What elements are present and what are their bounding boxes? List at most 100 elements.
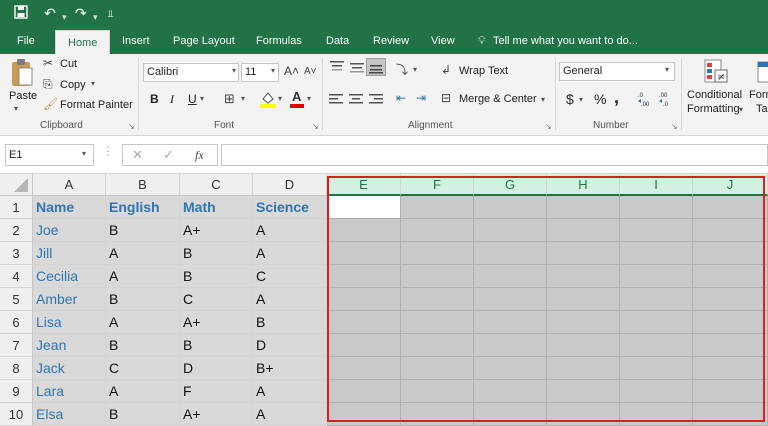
cell-g6[interactable]	[474, 311, 547, 334]
row-header-5[interactable]: 5	[0, 288, 33, 311]
cell-f5[interactable]	[401, 288, 474, 311]
cell-b8[interactable]: C	[106, 357, 180, 380]
cell-h7[interactable]	[547, 334, 620, 357]
row-header-2[interactable]: 2	[0, 219, 33, 242]
cell-g10[interactable]	[474, 403, 547, 426]
cell-c1[interactable]: Math	[180, 196, 253, 219]
cell-f9[interactable]	[401, 380, 474, 403]
cell-i7[interactable]	[620, 334, 693, 357]
decrease-font-icon[interactable]: A˅	[304, 66, 317, 77]
cut-icon[interactable]: ✂	[43, 56, 53, 70]
cell-g5[interactable]	[474, 288, 547, 311]
enter-icon[interactable]: ✓	[163, 147, 174, 163]
cell-i6[interactable]	[620, 311, 693, 334]
row-header-4[interactable]: 4	[0, 265, 33, 288]
conditional-dropdown-icon[interactable]: ▾	[739, 105, 743, 114]
cell-f6[interactable]	[401, 311, 474, 334]
cell-e10[interactable]	[327, 403, 401, 426]
undo-dropdown-icon[interactable]: ▾	[62, 9, 67, 25]
cell-j5[interactable]	[693, 288, 768, 311]
font-name-dropdown-icon[interactable]: ▾	[232, 66, 236, 75]
cell-g1[interactable]	[474, 196, 547, 219]
cell-e7[interactable]	[327, 334, 401, 357]
cell-c9[interactable]: F	[180, 380, 253, 403]
conditional-formatting-label-1[interactable]: Conditional	[687, 89, 742, 101]
cell-e2[interactable]	[327, 219, 401, 242]
cell-a3[interactable]: Jill	[33, 242, 106, 265]
cell-h9[interactable]	[547, 380, 620, 403]
cell-h8[interactable]	[547, 357, 620, 380]
cell-j8[interactable]	[693, 357, 768, 380]
cell-i3[interactable]	[620, 242, 693, 265]
cell-j6[interactable]	[693, 311, 768, 334]
column-header-j[interactable]: J	[693, 174, 768, 196]
font-color-icon[interactable]: A	[290, 89, 304, 109]
insert-function-button[interactable]: fx	[195, 148, 204, 163]
cell-c2[interactable]: A+	[180, 219, 253, 242]
cell-i2[interactable]	[620, 219, 693, 242]
borders-icon[interactable]: ⊞	[224, 91, 235, 107]
tab-data[interactable]: Data	[326, 27, 349, 54]
customize-icon[interactable]: ⫫	[108, 7, 114, 23]
bold-button[interactable]: B	[150, 92, 159, 106]
format-table-icon[interactable]	[756, 60, 768, 84]
align-left-icon[interactable]	[328, 92, 344, 106]
row-header-9[interactable]: 9	[0, 380, 33, 403]
conditional-formatting-icon[interactable]: ≠	[703, 58, 729, 86]
column-header-h[interactable]: H	[547, 174, 620, 196]
format-painter-button[interactable]: Format Painter	[60, 99, 133, 111]
cell-j2[interactable]	[693, 219, 768, 242]
borders-dropdown-icon[interactable]: ▾	[241, 94, 245, 103]
column-header-c[interactable]: C	[180, 174, 253, 196]
cell-d2[interactable]: A	[253, 219, 327, 242]
cell-e8[interactable]	[327, 357, 401, 380]
undo-icon[interactable]: ↶	[44, 5, 56, 21]
name-box[interactable]: E1	[5, 144, 94, 166]
tab-page-layout[interactable]: Page Layout	[173, 27, 235, 54]
cell-h10[interactable]	[547, 403, 620, 426]
underline-dropdown-icon[interactable]: ▾	[200, 94, 204, 103]
cell-c5[interactable]: C	[180, 288, 253, 311]
align-right-icon[interactable]	[368, 92, 384, 106]
cell-d4[interactable]: C	[253, 265, 327, 288]
cell-i10[interactable]	[620, 403, 693, 426]
cell-b2[interactable]: B	[106, 219, 180, 242]
wrap-text-button[interactable]: Wrap Text	[459, 65, 508, 77]
cell-a7[interactable]: Jean	[33, 334, 106, 357]
increase-font-icon[interactable]: A˄	[284, 64, 299, 78]
cell-b5[interactable]: B	[106, 288, 180, 311]
currency-button[interactable]: $	[566, 91, 574, 107]
align-bottom-icon[interactable]	[366, 58, 386, 76]
cell-c10[interactable]: A+	[180, 403, 253, 426]
cell-f7[interactable]	[401, 334, 474, 357]
cell-d7[interactable]: D	[253, 334, 327, 357]
column-header-e[interactable]: E	[327, 174, 401, 196]
cell-j3[interactable]	[693, 242, 768, 265]
paste-icon[interactable]	[10, 58, 34, 88]
clipboard-launcher-icon[interactable]: ↘	[128, 122, 135, 131]
cell-a2[interactable]: Joe	[33, 219, 106, 242]
cell-h5[interactable]	[547, 288, 620, 311]
cell-i4[interactable]	[620, 265, 693, 288]
cell-j7[interactable]	[693, 334, 768, 357]
percent-button[interactable]: %	[594, 91, 606, 107]
font-launcher-icon[interactable]: ↘	[312, 122, 319, 131]
cancel-icon[interactable]: ✕	[132, 147, 143, 163]
font-name-select[interactable]: Calibri	[143, 63, 239, 82]
cell-i1[interactable]	[620, 196, 693, 219]
cell-d6[interactable]: B	[253, 311, 327, 334]
cell-b10[interactable]: B	[106, 403, 180, 426]
row-header-6[interactable]: 6	[0, 311, 33, 334]
cell-e4[interactable]	[327, 265, 401, 288]
tab-home[interactable]: Home	[55, 30, 111, 54]
orientation-dropdown-icon[interactable]: ▾	[413, 65, 417, 74]
cell-i9[interactable]	[620, 380, 693, 403]
copy-button[interactable]: Copy	[60, 79, 86, 91]
cell-h1[interactable]	[547, 196, 620, 219]
cell-b4[interactable]: A	[106, 265, 180, 288]
tab-insert[interactable]: Insert	[122, 27, 150, 54]
underline-button[interactable]: U	[188, 92, 197, 106]
cell-d10[interactable]: A	[253, 403, 327, 426]
copy-dropdown-icon[interactable]: ▾	[91, 79, 95, 88]
cell-b9[interactable]: A	[106, 380, 180, 403]
